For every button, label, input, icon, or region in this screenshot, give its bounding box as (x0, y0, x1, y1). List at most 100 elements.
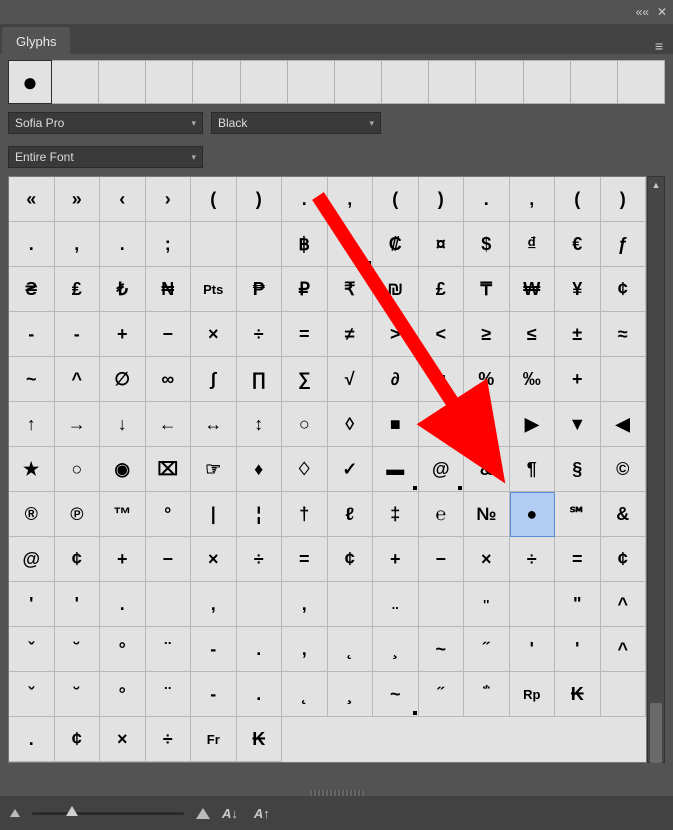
glyph-cell[interactable] (601, 357, 647, 402)
glyph-cell[interactable]: ^ (601, 627, 647, 672)
glyph-cell[interactable]: ℠ (555, 492, 601, 537)
glyph-cell[interactable]: ₹ (328, 267, 374, 312)
glyph-cell[interactable]: . (464, 177, 510, 222)
glyph-cell[interactable]: < (419, 312, 465, 357)
glyph-cell[interactable]: = (282, 537, 328, 582)
glyph-cell[interactable]: + (373, 537, 419, 582)
glyph-cell[interactable]: ← (146, 402, 192, 447)
glyph-cell[interactable]: ' (510, 627, 556, 672)
glyph-cell[interactable]: ° (146, 492, 192, 537)
recent-cell[interactable] (571, 60, 618, 104)
glyph-cell[interactable]: ~ (373, 672, 419, 717)
glyph-cell[interactable]: × (191, 312, 237, 357)
glyph-cell[interactable]: ¥ (555, 267, 601, 312)
scrollbar[interactable]: ▲ ▼ (647, 176, 665, 763)
glyph-cell[interactable]: † (282, 492, 328, 537)
glyph-cell[interactable]: → (55, 402, 101, 447)
glyph-cell[interactable]: ◉ (100, 447, 146, 492)
glyph-cell[interactable] (419, 582, 465, 627)
glyph-cell[interactable]: √ (328, 357, 374, 402)
glyph-cell[interactable]: © (601, 447, 647, 492)
glyph-cell[interactable]: ÷ (237, 537, 283, 582)
glyph-cell[interactable]: Pts (191, 267, 237, 312)
glyph-cell[interactable]: ₩ (510, 267, 556, 312)
glyph-cell[interactable]: ÷ (146, 717, 192, 762)
recent-cell[interactable] (335, 60, 382, 104)
tab-glyphs[interactable]: Glyphs (2, 27, 70, 54)
glyph-cell[interactable]: + (100, 312, 146, 357)
glyph-cell[interactable]: ★ (9, 447, 55, 492)
glyph-cell[interactable]: ΅ (464, 672, 510, 717)
glyph-cell[interactable]: ↑ (9, 402, 55, 447)
slider-thumb[interactable] (66, 806, 78, 816)
glyph-cell[interactable]: . (100, 222, 146, 267)
glyph-cell[interactable]: Fr (191, 717, 237, 762)
glyph-cell[interactable]: ₭ (555, 672, 601, 717)
glyph-cell[interactable]: ¸ (373, 627, 419, 672)
glyph-cell[interactable]: , (282, 582, 328, 627)
glyph-cell[interactable] (282, 717, 328, 762)
glyph-cell[interactable]: ¨ (146, 672, 192, 717)
glyph-cell[interactable] (191, 222, 237, 267)
glyph-cell[interactable]: . (237, 627, 283, 672)
glyph-cell[interactable]: ˘ (55, 672, 101, 717)
glyph-cell[interactable] (555, 717, 601, 762)
glyph-cell[interactable]: - (191, 627, 237, 672)
glyph-cell[interactable] (510, 717, 556, 762)
glyph-cell[interactable]: ∏ (237, 357, 283, 402)
glyph-cell[interactable]: ± (555, 312, 601, 357)
glyph-cell[interactable]: , (191, 582, 237, 627)
glyph-cell[interactable]: . (9, 222, 55, 267)
glyph-cell[interactable]: ↔ (191, 402, 237, 447)
glyph-cell[interactable]: × (191, 537, 237, 582)
glyph-cell[interactable]: ▼ (555, 402, 601, 447)
glyph-cell[interactable]: £ (419, 267, 465, 312)
glyph-cell[interactable]: ■ (373, 402, 419, 447)
glyph-cell[interactable] (237, 222, 283, 267)
recent-cell[interactable] (524, 60, 571, 104)
glyph-cell[interactable]: = (555, 537, 601, 582)
glyph-cell[interactable]: ₦ (146, 267, 192, 312)
glyph-cell[interactable]: ○ (55, 447, 101, 492)
filter-dropdown[interactable]: Entire Font ▾ (8, 146, 203, 168)
glyph-cell[interactable]: | (191, 492, 237, 537)
glyph-cell[interactable]: ¸ (328, 672, 374, 717)
glyph-cell[interactable]: ◀ (601, 402, 647, 447)
glyph-cell[interactable]: ≥ (464, 312, 510, 357)
glyph-cell[interactable] (510, 582, 556, 627)
glyph-cell[interactable]: ¤ (419, 222, 465, 267)
glyph-cell[interactable]: ˝ (419, 672, 465, 717)
glyph-cell[interactable]: ∞ (146, 357, 192, 402)
glyph-cell[interactable]: " (555, 582, 601, 627)
glyph-cell[interactable]: , (55, 222, 101, 267)
glyph-cell[interactable]: ∂ (373, 357, 419, 402)
glyph-cell[interactable]: > (373, 312, 419, 357)
glyph-cell[interactable]: ¶ (510, 447, 556, 492)
glyph-cell[interactable] (601, 717, 647, 762)
recent-cell[interactable] (52, 60, 99, 104)
glyph-cell[interactable]: ~ (9, 357, 55, 402)
glyph-cell[interactable]: × (100, 717, 146, 762)
glyph-cell[interactable] (146, 582, 192, 627)
glyph-cell[interactable]: ₫ (510, 222, 556, 267)
glyph-cell[interactable]: Rp (510, 672, 556, 717)
glyph-cell[interactable]: ( (373, 177, 419, 222)
recent-cell[interactable] (146, 60, 193, 104)
glyph-cell[interactable] (419, 717, 465, 762)
glyph-cell[interactable]: ÷ (237, 312, 283, 357)
glyph-cell[interactable]: & (601, 492, 647, 537)
glyph-cell[interactable]: □ (419, 402, 465, 447)
glyph-cell[interactable]: '' (464, 582, 510, 627)
glyph-cell[interactable]: ¨ (146, 627, 192, 672)
glyph-cell[interactable]: ○ (282, 402, 328, 447)
glyph-cell[interactable] (464, 717, 510, 762)
glyph-cell[interactable]: ∑ (282, 357, 328, 402)
glyph-cell[interactable]: − (419, 537, 465, 582)
glyph-cell[interactable]: .. (373, 582, 419, 627)
glyph-cell[interactable]: ® (9, 492, 55, 537)
glyph-cell[interactable]: ) (237, 177, 283, 222)
glyph-cell[interactable]: ✓ (328, 447, 374, 492)
glyph-cell[interactable]: . (237, 672, 283, 717)
glyph-cell[interactable]: ₺ (100, 267, 146, 312)
glyph-cell[interactable]: ₪ (373, 267, 419, 312)
